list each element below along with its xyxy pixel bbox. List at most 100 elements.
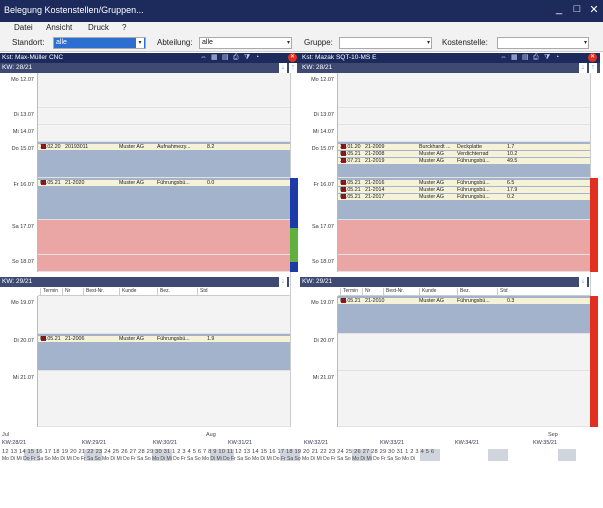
abteilung-select[interactable]: alle ▾ bbox=[199, 37, 292, 49]
weekend-shade bbox=[558, 449, 576, 461]
col-std[interactable]: Std bbox=[497, 288, 508, 296]
print-icon[interactable]: ⎙ bbox=[233, 53, 239, 63]
abteilung-value: alle bbox=[202, 39, 213, 46]
entry-std: 6.5 bbox=[507, 180, 515, 186]
col-termin[interactable]: Termin bbox=[340, 288, 358, 296]
resize-icon[interactable]: ⇔ bbox=[200, 53, 207, 63]
entry-std: 0.2 bbox=[507, 194, 515, 200]
day-row[interactable] bbox=[38, 371, 290, 427]
day-row[interactable] bbox=[38, 296, 290, 334]
arrow-up-icon[interactable]: ↑ bbox=[289, 63, 297, 73]
col-termin[interactable]: Termin bbox=[40, 288, 58, 296]
capacity-stripe bbox=[290, 228, 298, 262]
col-bez[interactable]: Bez. bbox=[457, 288, 470, 296]
calendar-icon[interactable]: ▦ bbox=[511, 53, 518, 63]
arrow-down-icon[interactable]: ↓ bbox=[579, 63, 587, 73]
col-bestnr[interactable]: Best-Nr. bbox=[383, 288, 404, 296]
week-label: KW: 28/21 bbox=[2, 64, 33, 71]
timeline-bar[interactable]: Jul Aug Sep KW:28/21 KW:29/21 KW:30/21 KW:31/2… bbox=[0, 430, 603, 464]
day-label: Di 13.07 bbox=[13, 112, 35, 118]
entry-std: 8.2 bbox=[207, 144, 215, 150]
week-label: KW:28/21 bbox=[2, 440, 27, 446]
week-label: KW:34/21 bbox=[455, 440, 480, 446]
menu-datei[interactable]: Datei bbox=[14, 23, 33, 32]
day-row[interactable] bbox=[38, 73, 290, 108]
col-nr[interactable]: Nr bbox=[362, 288, 370, 296]
chevron-down-icon: ▾ bbox=[583, 40, 587, 46]
clock-icon[interactable]: ◔ bbox=[555, 53, 559, 63]
clock-icon[interactable]: ◔ bbox=[255, 53, 259, 63]
col-kunde[interactable]: Kunde bbox=[119, 288, 136, 296]
arrow-down-icon[interactable]: ↓ bbox=[279, 63, 287, 73]
entry-kunde: Muster AG bbox=[419, 194, 445, 200]
menu-help[interactable]: ? bbox=[122, 23, 126, 32]
print-icon[interactable]: ⎙ bbox=[533, 53, 539, 63]
arrow-down-icon[interactable]: ↓ bbox=[579, 277, 587, 287]
arrow-up-icon[interactable]: ↑ bbox=[589, 63, 597, 73]
entry-std: 0.3 bbox=[507, 298, 515, 304]
entry-termin: 03.05.21 bbox=[340, 298, 361, 304]
col-kunde[interactable]: Kunde bbox=[419, 288, 436, 296]
close-window-button[interactable]: ✕ bbox=[587, 3, 601, 16]
order-entry[interactable]: 03.05.21 21-2010 Muster AG Führungsbü... 0.3 bbox=[338, 298, 590, 304]
order-entry[interactable]: 03.05.21 21-2016 Muster AG Führungsbü... 6.5 bbox=[338, 180, 590, 186]
menu-ansicht[interactable]: Ansicht bbox=[46, 23, 72, 32]
grid-icon[interactable]: ▤ bbox=[222, 53, 229, 63]
calendar-icon[interactable]: ▦ bbox=[211, 53, 218, 63]
entry-bez: Führungsbü... bbox=[457, 194, 490, 200]
col-bestnr[interactable]: Best-Nr. bbox=[83, 288, 104, 296]
grid-icon[interactable]: ▤ bbox=[522, 53, 529, 63]
col-std[interactable]: Std bbox=[197, 288, 208, 296]
col-nr[interactable]: Nr bbox=[62, 288, 70, 296]
day-label: Do 15.07 bbox=[11, 146, 34, 152]
day-row[interactable] bbox=[338, 371, 590, 427]
day-label: Mo 12.07 bbox=[11, 77, 34, 83]
menu-druck[interactable]: Druck bbox=[88, 23, 109, 32]
resize-icon[interactable]: ⇔ bbox=[500, 53, 507, 63]
entry-std: 0.0 bbox=[207, 180, 215, 186]
order-entry[interactable]: 03.05.21 21-2008 Muster AG Verdichterrad 10.… bbox=[338, 151, 590, 157]
standort-select[interactable]: alle ▾ bbox=[53, 37, 146, 49]
week-label: KW: 29/21 bbox=[2, 278, 33, 285]
day-row[interactable] bbox=[38, 108, 290, 125]
order-entry[interactable]: 23.07.21 21-2019 Muster AG Führungsbü... 49.… bbox=[338, 158, 590, 164]
entry-termin: 03.05.21 bbox=[340, 194, 361, 200]
minimize-button[interactable]: _ bbox=[552, 3, 566, 15]
order-entry[interactable]: 03.05.21 21-2014 Muster AG Führungsbü... 17.… bbox=[338, 187, 590, 193]
entry-termin: 13.02.20 bbox=[40, 144, 61, 150]
order-entry[interactable]: 03.05.21 21-2006 Muster AG Führungsbü... 1.9 bbox=[38, 336, 290, 342]
entry-bez: Verdichterrad bbox=[457, 151, 489, 157]
arrow-down-icon[interactable]: ↓ bbox=[279, 277, 287, 287]
order-entry[interactable]: 30.01.20 21-2009 Burckhardt ... Deckplatte 1… bbox=[338, 144, 590, 150]
day-row[interactable] bbox=[338, 73, 590, 108]
day-row[interactable] bbox=[338, 334, 590, 371]
day-row[interactable] bbox=[338, 125, 590, 142]
order-entry[interactable]: 03.05.21 21-2020 Muster AG Führungsbü... 0.0 bbox=[38, 180, 290, 186]
entry-std: 17.9 bbox=[507, 187, 518, 193]
entry-kunde: Muster AG bbox=[419, 187, 445, 193]
order-entry[interactable]: 03.05.21 21-2017 Muster AG Führungsbü... 0.2 bbox=[338, 194, 590, 200]
filter-icon[interactable]: ⧩ bbox=[544, 53, 550, 63]
day-row[interactable] bbox=[338, 108, 590, 125]
close-panel-icon[interactable]: ✕ bbox=[288, 53, 297, 62]
entry-termin: 03.05.21 bbox=[340, 187, 361, 193]
column-header: Termin Nr Best-Nr. Kunde Bez. Std bbox=[38, 287, 290, 296]
entry-kunde: Muster AG bbox=[419, 180, 445, 186]
kostenstelle-select[interactable]: ▾ bbox=[497, 37, 589, 49]
chevron-down-icon: ▾ bbox=[426, 40, 430, 46]
day-row[interactable] bbox=[338, 220, 590, 255]
day-row[interactable] bbox=[38, 220, 290, 255]
panel-title: Kst: Mazak SQT-10-MS E bbox=[302, 54, 377, 61]
day-row[interactable] bbox=[38, 125, 290, 142]
order-entry[interactable]: 13.02.20 20193011 Muster AG Aufnahmezy... 8.… bbox=[38, 144, 290, 150]
filter-bar: Standort: alle ▾ Abteilung: alle ▾ Gruppe:… bbox=[0, 34, 603, 52]
entry-bez: Führungsbü... bbox=[157, 336, 190, 342]
col-bez[interactable]: Bez. bbox=[157, 288, 170, 296]
gruppe-select[interactable]: ▾ bbox=[339, 37, 432, 49]
maximize-button[interactable]: □ bbox=[570, 3, 584, 15]
day-row[interactable] bbox=[38, 255, 290, 272]
day-row[interactable] bbox=[338, 255, 590, 272]
close-panel-icon[interactable]: ✕ bbox=[588, 53, 597, 62]
entry-termin: 23.07.21 bbox=[340, 158, 361, 164]
filter-icon[interactable]: ⧩ bbox=[244, 53, 250, 63]
